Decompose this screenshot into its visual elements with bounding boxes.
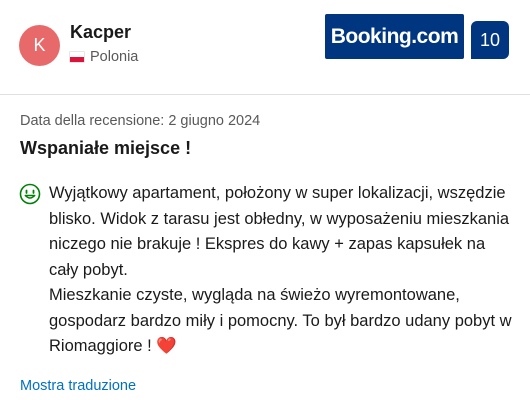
avatar: K [19,25,60,66]
avatar-initial: K [33,35,46,55]
review-paragraph-1: Wyjątkowy apartament, położony w super l… [49,184,510,279]
booking-logo: Booking.com [325,14,464,59]
score-badge: 10 [471,21,509,59]
reviewer-country: Polonia [70,49,138,65]
review-paragraph-2-text: Mieszkanie czyste, wygląda na świeżo wyr… [49,286,512,355]
poland-flag-icon [70,52,84,62]
show-translation-link[interactable]: Mostra traduzione [20,378,136,394]
country-label: Polonia [90,49,139,65]
divider [0,94,530,95]
booking-logo-text: Booking.com [330,24,459,48]
review-date: Data della recensione: 2 giugno 2024 [20,113,261,129]
smile-icon [19,183,41,205]
heart-icon: ❤️ [156,337,177,355]
review-paragraph-2: Mieszkanie czyste, wygląda na świeżo wyr… [49,283,519,360]
review-title: Wspaniałe miejsce ! [20,138,192,158]
review-body: Wyjątkowy apartament, położony w super l… [49,181,519,360]
score-value: 10 [479,29,501,50]
reviewer-name: Kacper [70,22,132,42]
